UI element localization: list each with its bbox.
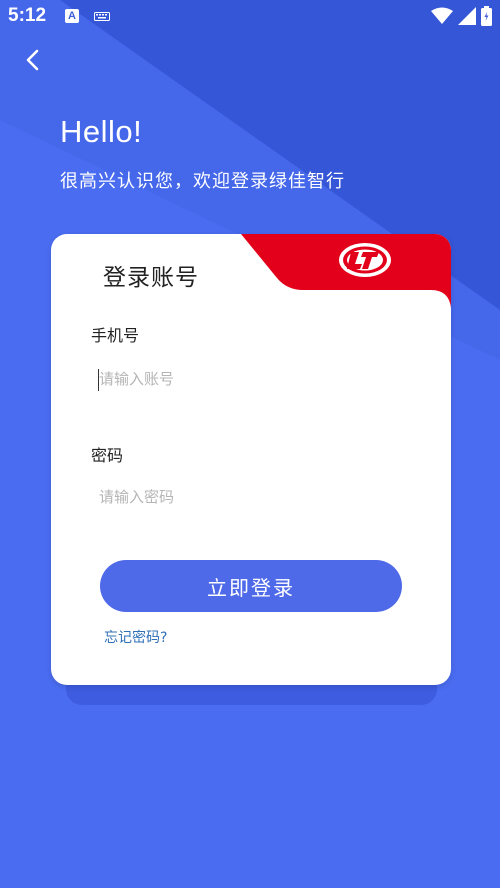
login-screen: 5:12 A Hello! 很高兴认识您，欢迎登录绿佳智行 登录账号 手机号 请… (0, 0, 500, 888)
a-icon: A (65, 9, 79, 23)
phone-input[interactable] (95, 364, 399, 394)
battery-icon (481, 6, 492, 26)
status-bar: 5:12 A (0, 0, 500, 34)
card-title: 登录账号 (103, 265, 199, 291)
back-icon[interactable] (18, 44, 50, 76)
hello-heading: Hello! (60, 114, 143, 149)
wifi-icon (431, 7, 453, 24)
login-button[interactable]: 立即登录 (100, 560, 402, 612)
status-icons (431, 6, 492, 26)
status-time: 5:12 (8, 5, 47, 26)
login-card: 登录账号 手机号 密码 立即登录 忘记密码? (51, 234, 451, 685)
password-label: 密码 (91, 446, 124, 465)
signal-icon (458, 7, 476, 25)
password-input[interactable] (95, 482, 399, 512)
brand-logo-icon (339, 243, 391, 277)
keyboard-icon (94, 12, 110, 21)
phone-label: 手机号 (91, 326, 140, 345)
forgot-password-link[interactable]: 忘记密码? (104, 627, 167, 647)
welcome-text: 很高兴认识您，欢迎登录绿佳智行 (60, 171, 345, 192)
